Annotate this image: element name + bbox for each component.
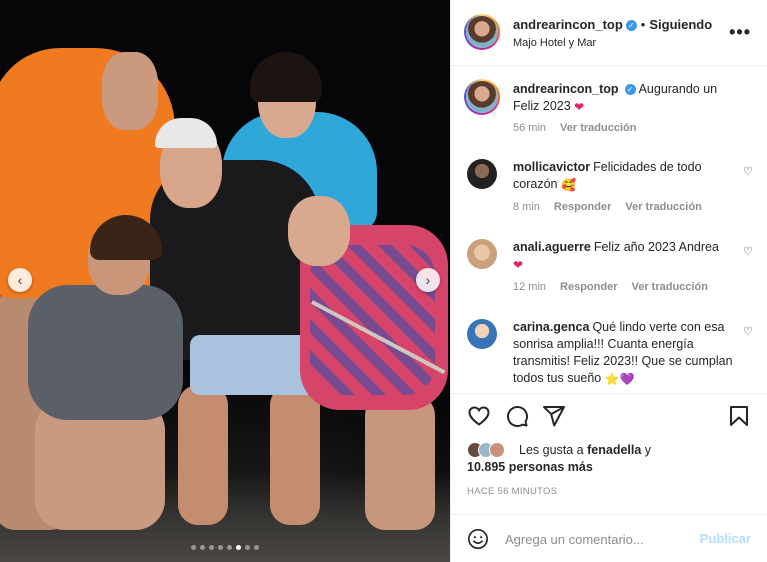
comment-bubble-icon[interactable] bbox=[505, 404, 529, 428]
emoji-smile-icon[interactable] bbox=[467, 528, 489, 550]
likes-connector: y bbox=[644, 443, 652, 457]
verified-badge-icon: ✓ bbox=[625, 20, 637, 31]
likes-count-link[interactable]: 10.895 personas más bbox=[467, 460, 593, 474]
post-timestamp[interactable]: HACE 56 MINUTOS bbox=[467, 486, 557, 497]
translate-link[interactable]: Ver traducción bbox=[632, 281, 708, 293]
carousel-dot bbox=[200, 545, 205, 550]
photo-figure bbox=[270, 385, 320, 525]
reply-link[interactable]: Responder bbox=[560, 281, 617, 293]
heart-emoji-icon: ❤ bbox=[513, 258, 524, 272]
chevron-left-icon: ‹ bbox=[17, 272, 23, 288]
author-username[interactable]: andrearincon_top bbox=[513, 17, 623, 32]
share-send-icon[interactable] bbox=[542, 404, 566, 428]
likes-summary: Les gusta a fenadella y 10.895 personas … bbox=[467, 440, 757, 480]
comment-username[interactable]: carina.genca bbox=[513, 320, 589, 334]
carousel-next-button[interactable]: › bbox=[416, 268, 440, 292]
add-comment-bar: Publicar bbox=[451, 514, 767, 562]
carousel-dot bbox=[254, 545, 259, 550]
post-actions-bar bbox=[451, 393, 767, 437]
author-line: andrearincon_top ✓ • Siguiendo bbox=[513, 17, 712, 32]
liker-username[interactable]: fenadella bbox=[587, 443, 641, 457]
post-location[interactable]: Majo Hotel y Mar bbox=[513, 37, 596, 49]
photo-figure bbox=[102, 52, 158, 130]
carousel-dot bbox=[191, 545, 196, 550]
carousel-dot bbox=[227, 545, 232, 550]
more-options-icon[interactable]: ••• bbox=[729, 22, 751, 43]
comment-text: andrearincon_top ✓ Augurando un Feliz 2023… bbox=[513, 81, 733, 116]
carousel-dot bbox=[236, 545, 241, 550]
heart-emoji-icon: ❤ bbox=[574, 100, 585, 114]
photo-figure bbox=[250, 52, 322, 102]
translate-link[interactable]: Ver traducción bbox=[625, 201, 701, 213]
translate-link[interactable]: Ver traducción bbox=[560, 122, 636, 134]
photo-figure bbox=[288, 196, 350, 266]
like-comment-heart-icon[interactable]: ♡ bbox=[743, 325, 753, 338]
avatar[interactable] bbox=[467, 239, 497, 269]
carousel-dot bbox=[218, 545, 223, 550]
comment-time: 8 min bbox=[513, 201, 540, 213]
carousel-dot bbox=[245, 545, 250, 550]
photo-figure bbox=[190, 335, 315, 395]
comment-input[interactable] bbox=[505, 528, 695, 550]
comments-list: andrearincon_top ✓ Augurando un Feliz 2023… bbox=[451, 67, 767, 393]
likes-prefix: Les gusta a bbox=[519, 443, 584, 457]
photo-figure bbox=[310, 245, 435, 395]
save-bookmark-icon[interactable] bbox=[727, 404, 751, 428]
following-button[interactable]: Siguiendo bbox=[649, 17, 712, 32]
comment-text: anali.aguerre Feliz año 2023 Andrea ❤ bbox=[513, 239, 733, 274]
likes-text: Les gusta a fenadella y bbox=[519, 442, 651, 459]
header-separator: • bbox=[640, 17, 646, 32]
post-header: andrearincon_top ✓ • Siguiendo Majo Hotel y… bbox=[451, 0, 767, 66]
comment-text: mollicavictor Felicidades de todo corazón… bbox=[513, 159, 733, 194]
comment-meta: 12 min Responder Ver traducción bbox=[513, 281, 722, 293]
comment-text: carina.genca Qué lindo verte con esa sonr… bbox=[513, 319, 733, 388]
comment-meta: 56 min Ver traducción bbox=[513, 122, 650, 134]
post-photo[interactable]: ‹ › bbox=[0, 0, 450, 562]
carousel-dots bbox=[0, 545, 450, 550]
carousel-prev-button[interactable]: ‹ bbox=[8, 268, 32, 292]
photo-figure bbox=[178, 385, 228, 525]
publish-button[interactable]: Publicar bbox=[700, 531, 751, 546]
comment-meta: 8 min Responder Ver traducción bbox=[513, 201, 716, 213]
comment-content: Feliz año 2023 Andrea bbox=[593, 240, 719, 254]
like-comment-heart-icon[interactable]: ♡ bbox=[743, 165, 753, 178]
avatar[interactable] bbox=[467, 319, 497, 349]
verified-badge-icon: ✓ bbox=[624, 84, 636, 95]
like-heart-icon[interactable] bbox=[467, 404, 491, 428]
chevron-right-icon: › bbox=[425, 272, 431, 288]
comment-time: 12 min bbox=[513, 281, 547, 293]
avatar[interactable] bbox=[467, 159, 497, 189]
photo-figure bbox=[365, 395, 435, 530]
like-comment-heart-icon[interactable]: ♡ bbox=[743, 245, 753, 258]
photo-figure bbox=[28, 285, 183, 420]
smiling-hearts-emoji-icon: 🥰 bbox=[560, 178, 576, 192]
liker-avatar[interactable] bbox=[489, 442, 505, 458]
comment-username[interactable]: anali.aguerre bbox=[513, 240, 591, 254]
comment-username[interactable]: andrearincon_top bbox=[513, 82, 619, 96]
avatar[interactable] bbox=[464, 79, 500, 115]
author-avatar[interactable] bbox=[464, 14, 500, 50]
comment-username[interactable]: mollicavictor bbox=[513, 160, 590, 174]
star-purple-heart-emoji-icon: ⭐💜 bbox=[604, 372, 635, 386]
reply-link[interactable]: Responder bbox=[554, 201, 611, 213]
carousel-dot bbox=[209, 545, 214, 550]
comment-time: 56 min bbox=[513, 122, 547, 134]
post-side-panel: andrearincon_top ✓ • Siguiendo Majo Hotel y… bbox=[450, 0, 767, 562]
